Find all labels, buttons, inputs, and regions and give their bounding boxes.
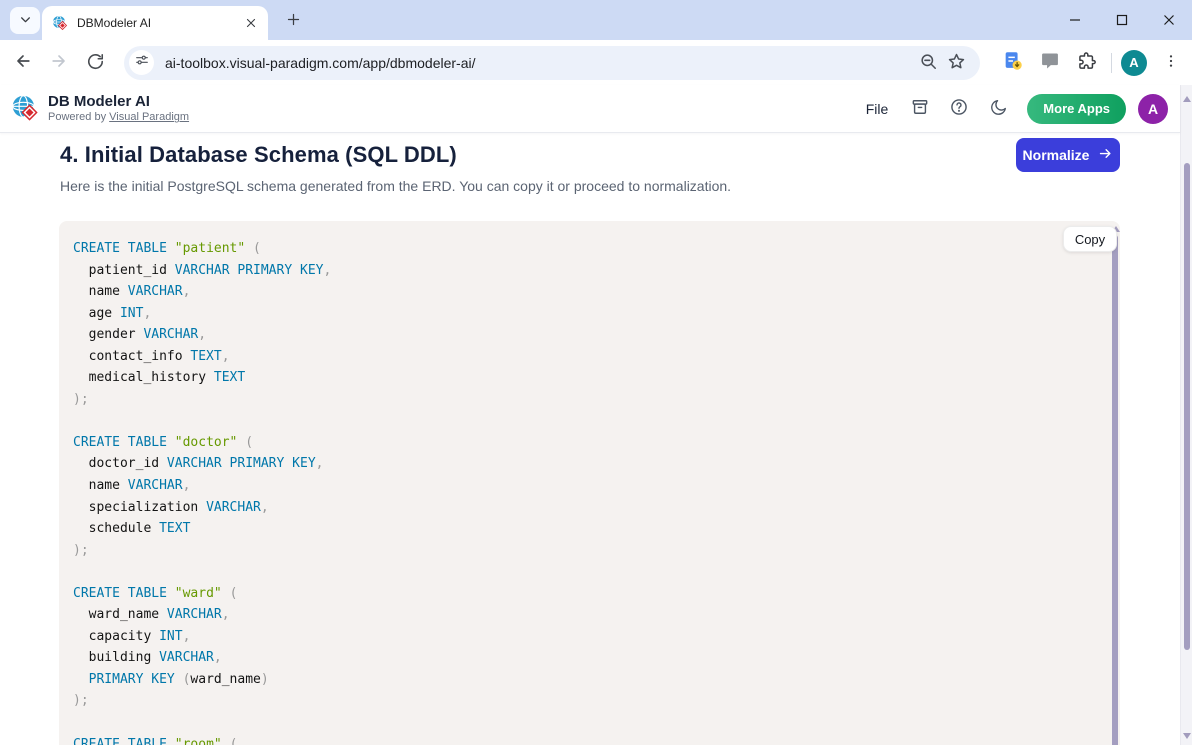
window-minimize-button[interactable] xyxy=(1051,0,1098,40)
page-scrollbar xyxy=(1180,85,1192,745)
page-subtitle: Here is the initial PostgreSQL schema ge… xyxy=(60,178,731,194)
zoom-out-button[interactable] xyxy=(914,49,942,77)
tab-strip: DBModeler AI xyxy=(0,0,1192,40)
code-line: gender VARCHAR, xyxy=(73,324,1100,346)
chevron-down-icon xyxy=(19,13,32,29)
code-line: name VARCHAR, xyxy=(73,281,1100,303)
code-scrollbar xyxy=(1111,221,1120,745)
toolbar-separator xyxy=(1111,53,1112,73)
code-line: contact_info TEXT, xyxy=(73,346,1100,368)
code-scrollbar-thumb[interactable] xyxy=(1112,235,1118,745)
code-line: specialization VARCHAR, xyxy=(73,497,1100,519)
code-line: name VARCHAR, xyxy=(73,475,1100,497)
feedback-button[interactable] xyxy=(1035,48,1065,78)
document-download-icon xyxy=(1002,50,1024,75)
reload-button[interactable] xyxy=(79,47,111,79)
app-header: DB Modeler AI Powered by Visual Paradigm… xyxy=(0,85,1180,133)
back-button[interactable] xyxy=(7,47,39,79)
app-user-avatar[interactable]: A xyxy=(1138,94,1168,124)
code-line: schedule TEXT xyxy=(73,518,1100,540)
code-line: capacity INT, xyxy=(73,626,1100,648)
address-bar[interactable]: ai-toolbox.visual-paradigm.com/app/dbmod… xyxy=(124,46,980,80)
tab-title: DBModeler AI xyxy=(77,16,242,30)
app-logo-icon xyxy=(11,94,41,124)
kebab-menu-icon xyxy=(1163,53,1179,72)
app-header-actions: File More Apps A xyxy=(856,92,1180,126)
arrow-left-icon xyxy=(13,51,33,74)
plus-icon xyxy=(286,12,301,30)
bookmark-button[interactable] xyxy=(942,49,970,77)
site-info-button[interactable] xyxy=(129,50,154,75)
code-line: building VARCHAR, xyxy=(73,647,1100,669)
code-line: medical_history TEXT xyxy=(73,367,1100,389)
code-line: ); xyxy=(73,540,1100,562)
translate-page-button[interactable] xyxy=(998,48,1028,78)
code-line: age INT, xyxy=(73,303,1100,325)
normalize-button[interactable]: Normalize xyxy=(1016,138,1120,172)
new-tab-button[interactable] xyxy=(280,8,306,34)
code-line: ); xyxy=(73,389,1100,411)
code-line: ward_name VARCHAR, xyxy=(73,604,1100,626)
code-line: CREATE TABLE "room" ( xyxy=(73,734,1100,745)
reload-icon xyxy=(86,52,105,74)
extensions-button[interactable] xyxy=(1072,48,1102,78)
page-scroll-down-icon[interactable] xyxy=(1181,730,1192,742)
code-line xyxy=(73,712,1100,734)
browser-profile-avatar[interactable]: A xyxy=(1121,50,1147,76)
window-maximize-button[interactable] xyxy=(1098,0,1145,40)
main-content: 4. Initial Database Schema (SQL DDL) Her… xyxy=(0,133,1180,745)
visual-paradigm-link[interactable]: Visual Paradigm xyxy=(109,111,189,123)
url-text: ai-toolbox.visual-paradigm.com/app/dbmod… xyxy=(165,55,914,71)
star-icon xyxy=(947,52,966,74)
code-line: PRIMARY KEY (ward_name) xyxy=(73,669,1100,691)
file-menu[interactable]: File xyxy=(856,95,899,123)
puzzle-icon xyxy=(1077,51,1097,74)
help-icon xyxy=(949,97,969,120)
sql-code: CREATE TABLE "patient" ( patient_id VARC… xyxy=(59,221,1120,745)
page-scrollbar-thumb[interactable] xyxy=(1184,163,1190,650)
archive-button[interactable] xyxy=(903,92,937,126)
code-line xyxy=(73,410,1100,432)
page-title: 4. Initial Database Schema (SQL DDL) xyxy=(60,142,457,168)
magnifier-minus-icon xyxy=(919,52,938,74)
code-line xyxy=(73,561,1100,583)
browser-window: DBModeler AI xyxy=(0,0,1192,745)
browser-menu-button[interactable] xyxy=(1156,48,1186,78)
avatar-letter: A xyxy=(1129,55,1138,70)
window-close-button[interactable] xyxy=(1145,0,1192,40)
tune-icon xyxy=(135,53,149,72)
window-controls xyxy=(1051,0,1192,40)
arrow-right-icon xyxy=(1098,146,1113,164)
code-line: ); xyxy=(73,690,1100,712)
browser-toolbar: ai-toolbox.visual-paradigm.com/app/dbmod… xyxy=(0,40,1192,85)
code-line: CREATE TABLE "patient" ( xyxy=(73,238,1100,260)
powered-by: Powered by Visual Paradigm xyxy=(48,111,189,124)
tab-search-button[interactable] xyxy=(10,7,40,34)
code-line: CREATE TABLE "doctor" ( xyxy=(73,432,1100,454)
archive-icon xyxy=(910,97,930,120)
moon-icon xyxy=(989,98,1008,120)
tab-close-icon[interactable] xyxy=(242,14,260,32)
help-button[interactable] xyxy=(942,92,976,126)
forward-button[interactable] xyxy=(43,47,75,79)
code-line: patient_id VARCHAR PRIMARY KEY, xyxy=(73,260,1100,282)
sql-code-block: CREATE TABLE "patient" ( patient_id VARC… xyxy=(59,221,1120,745)
browser-tab[interactable]: DBModeler AI xyxy=(42,6,268,40)
dark-mode-toggle[interactable] xyxy=(981,92,1015,126)
code-line: CREATE TABLE "ward" ( xyxy=(73,583,1100,605)
code-line: doctor_id VARCHAR PRIMARY KEY, xyxy=(73,453,1100,475)
copy-button[interactable]: Copy xyxy=(1063,226,1117,252)
app-title-block: DB Modeler AI Powered by Visual Paradigm xyxy=(48,93,189,124)
app-name: DB Modeler AI xyxy=(48,93,189,110)
site-favicon-icon xyxy=(52,15,69,32)
more-apps-button[interactable]: More Apps xyxy=(1027,94,1126,124)
page-scroll-up-icon[interactable] xyxy=(1181,93,1192,105)
chat-bubble-icon xyxy=(1040,51,1060,74)
arrow-right-icon xyxy=(49,51,69,74)
